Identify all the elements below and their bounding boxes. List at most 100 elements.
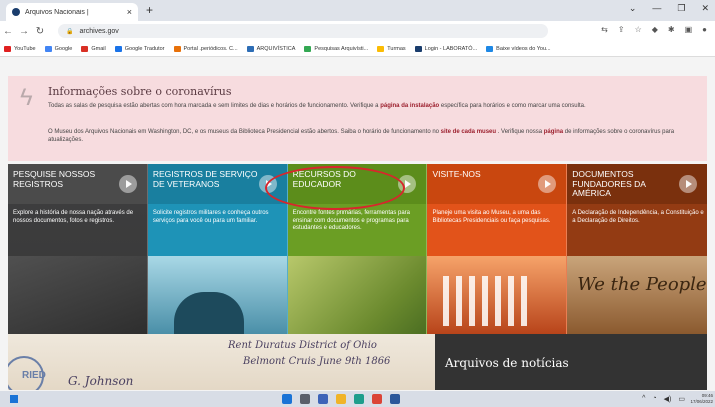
bookmark-label: Pesquisas Arquivísti... [314,45,369,52]
card-description: Planeje uma visita ao Museu, a uma das B… [432,210,551,224]
windows-taskbar: ^ ◔ ◀) ▭ 09:46 17/06/2022 [0,391,715,407]
maximize-button[interactable]: ❐ [677,3,685,14]
word-icon[interactable] [390,394,400,404]
card-image-constitution [567,256,708,334]
bookmark-label: Google Tradutor [124,45,165,52]
alert-p2-text: O Museu dos Arquivos Nacionais em Washin… [48,129,441,135]
card-visit-us[interactable]: VISITE-NOS Planeje uma visita ao Museu, … [427,164,568,334]
close-tab-icon[interactable]: × [127,7,132,17]
news-archive-section: Arquivos de notícias [435,334,707,390]
bookmark-item[interactable]: Gmail [81,45,106,52]
card-image-students [287,256,427,334]
alert-paragraph-1: Todas as salas de pesquisa estão abertas… [48,102,698,110]
bookmark-label: Login - LABORATÓ... [424,45,478,52]
tab-strip: Arquivos Nacionais | × + ⌄ — ❐ ✕ [0,0,715,21]
bookmarks-bar: YouTube Google Gmail Google Tradutor Portal … [0,41,715,57]
new-tab-button[interactable]: + [146,3,153,17]
museum-site-link[interactable]: site de cada museu [441,129,496,135]
taskbar-apps [282,394,400,404]
address-bar[interactable]: 🔒 archives.gov [58,24,548,38]
bookmark-item[interactable]: Pesquisas Arquivísti... [304,45,369,52]
widgets-icon[interactable] [10,395,18,403]
bookmark-favicon-icon [414,45,422,52]
card-description: Explore a história de nossa nação atravé… [13,210,134,224]
we-the-people-script: We the People [577,274,707,295]
sidebar-icon[interactable]: ▣ [685,25,693,34]
bookmark-favicon-icon [114,45,122,52]
chevron-up-icon[interactable]: ^ [642,395,645,403]
browser-window: Arquivos Nacionais | × + ⌄ — ❐ ✕ ← → ↻ 🔒… [0,0,715,407]
bookmark-item[interactable]: Turmas [377,45,406,52]
reload-icon[interactable]: ↻ [32,26,48,37]
close-window-button[interactable]: ✕ [701,3,709,14]
url-text: archives.gov [79,27,119,35]
lightning-bolt-icon: ϟ [20,84,33,111]
historic-document-banner: RIED Rent Duratus District of Ohio Belmo… [8,334,435,390]
tab-search-icon[interactable]: ⌄ [629,3,637,14]
file-explorer-icon[interactable] [336,394,346,404]
bookmark-favicon-icon [173,45,181,52]
extension-icon[interactable]: ◆ [652,25,658,34]
site-favicon-icon [12,8,20,16]
wifi-icon[interactable]: ◔ [652,395,656,403]
card-founding-documents[interactable]: DOCUMENTOS FUNDADORES DA AMÉRICA A Decla… [567,164,708,334]
bookmark-label: Turmas [387,45,406,52]
volume-icon[interactable]: ◀) [664,395,672,403]
bookmark-item[interactable]: YouTube [4,45,36,52]
card-search-records[interactable]: PESQUISE NOSSOS REGISTROS Explore a hist… [8,164,148,334]
card-title[interactable]: DOCUMENTOS FUNDADORES DA AMÉRICA [572,169,678,199]
card-description: Encontre fontes primárias, ferramentas p… [292,210,411,231]
bookmark-item[interactable]: Google Tradutor [114,45,165,52]
bookmark-item[interactable]: Google [44,45,72,52]
toolbar-icons: ⇆ ⇪ ☆ ◆ ✱ ▣ ● [601,25,707,34]
soldiers-silhouette [173,292,244,334]
card-title[interactable]: REGISTROS DE SERVIÇO DE VETERANOS [153,169,259,189]
windows-start-icon[interactable] [282,394,292,404]
translate-icon[interactable]: ⇆ [601,25,608,34]
bookmark-favicon-icon [486,45,494,52]
tab-arquivos-nacionais[interactable]: Arquivos Nacionais | × [6,3,138,21]
coronavirus-alert: ϟ Informações sobre o coronavírus Todas … [8,76,707,161]
task-view-icon[interactable] [318,394,328,404]
battery-icon[interactable]: ▭ [678,395,685,403]
forward-arrow-icon[interactable]: → [16,26,32,37]
covid-info-page-link[interactable]: página [544,129,563,135]
handwriting-line-3: G. Johnson [68,374,134,388]
bookmark-star-icon[interactable]: ☆ [635,25,642,34]
extensions-puzzle-icon[interactable]: ✱ [668,25,675,34]
back-arrow-icon[interactable]: ← [0,26,16,37]
system-tray: ^ ◔ ◀) ▭ [642,395,685,403]
bookmark-item[interactable]: Baixe vídeos do You... [486,45,551,52]
stamp-text: RIED [22,370,46,381]
bookmark-favicon-icon [304,45,312,52]
card-image-iwo-jima [147,256,287,334]
bookmark-item[interactable]: Portal .periódicos. C... [173,45,238,52]
bookmark-item[interactable]: Login - LABORATÓ... [414,45,478,52]
card-image-building [427,256,567,334]
alert-paragraph-2: O Museu dos Arquivos Nacionais em Washin… [48,128,698,144]
window-controls: ⌄ — ❐ ✕ [629,3,709,14]
play-arrow-icon[interactable] [118,175,137,193]
facility-page-link[interactable]: página da instalação [380,103,439,109]
bookmark-favicon-icon [377,45,385,52]
bookmark-label: Gmail [91,45,106,52]
profile-avatar-icon[interactable]: ● [702,25,707,34]
bookmark-favicon-icon [81,45,89,52]
chrome-icon[interactable] [372,394,382,404]
share-icon[interactable]: ⇪ [618,25,625,34]
edge-icon[interactable] [354,394,364,404]
news-archive-title[interactable]: Arquivos de notícias [445,356,569,370]
bookmark-item[interactable]: ARQUIVÍSTICA [246,45,295,52]
search-icon[interactable] [300,394,310,404]
lock-icon: 🔒 [66,28,74,35]
minimize-button[interactable]: — [652,3,661,14]
handwriting-line-2: Belmont Cruis June 9th 1866 [243,356,391,367]
card-title[interactable]: VISITE-NOS [432,169,538,180]
red-highlight-ellipse [265,166,405,210]
tab-title: Arquivos Nacionais | [25,8,89,16]
alert-p2-text-mid: . Verifique nossa [496,129,544,135]
taskbar-clock[interactable]: 09:46 17/06/2022 [690,393,713,404]
card-title[interactable]: PESQUISE NOSSOS REGISTROS [13,169,119,189]
alert-p1-text-end: específica para horários e como marcar u… [439,103,586,109]
play-arrow-icon[interactable] [679,175,698,193]
